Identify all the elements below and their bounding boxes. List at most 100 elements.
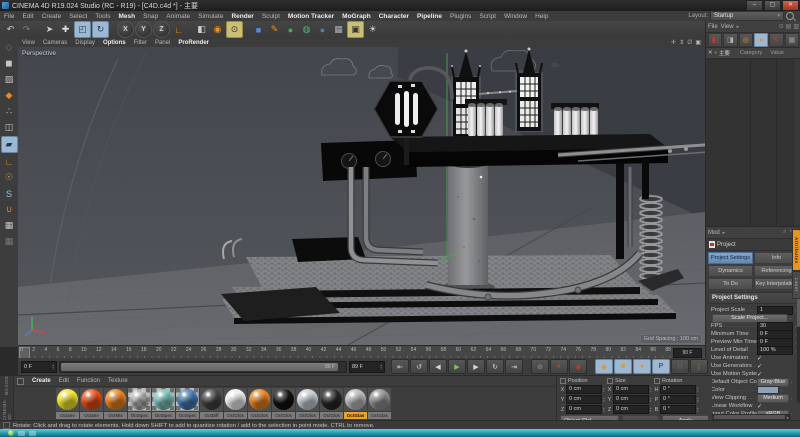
material-swatch[interactable]: OctGlas (344, 388, 367, 419)
material-thumbnail[interactable] (224, 388, 247, 411)
chevron-right-icon[interactable]: › (791, 412, 793, 417)
rotation-field[interactable]: 0 ° (660, 405, 696, 414)
attribute-field-row[interactable]: Use Motion System ✓ › (708, 370, 795, 378)
material-thumbnail[interactable] (344, 388, 367, 411)
material-swatch[interactable]: OctGlos (296, 388, 319, 419)
material-swatch[interactable]: Octane (80, 388, 103, 419)
scroll-right-icon[interactable]: ► (786, 415, 790, 420)
material-swatch[interactable]: OctMix (104, 388, 127, 419)
material-name[interactable]: OctSpec (152, 412, 175, 419)
viewport[interactable] (18, 47, 705, 345)
menu-item[interactable]: Character (375, 13, 413, 20)
toolbar-icon[interactable]: ☀ (365, 22, 380, 37)
mode-icon[interactable]: ◫ (2, 120, 17, 135)
material-swatch[interactable]: Octane (56, 388, 79, 419)
material-name[interactable]: OctGlos (248, 412, 271, 419)
chevron-right-icon[interactable]: › (791, 380, 793, 385)
preview-range-fill[interactable]: 89 F (61, 363, 338, 371)
dock-menu-icon[interactable]: ▤ (786, 23, 792, 30)
dock-menu-icon[interactable]: ▥ (793, 23, 799, 30)
menu-item[interactable]: Motion Tracker (284, 13, 338, 20)
viewport-menu-item[interactable]: Filter (130, 40, 151, 46)
side-tab-layer[interactable]: Layer (792, 271, 800, 299)
record-button[interactable]: ⊘ (531, 359, 549, 374)
material-name[interactable]: OctGlos (320, 412, 343, 419)
menu-item[interactable]: Tools (91, 13, 114, 20)
dock-tab-strip[interactable] (793, 59, 800, 228)
material-thumbnail[interactable] (296, 388, 319, 411)
close-button[interactable]: ✕ (782, 0, 799, 11)
material-thumbnail[interactable] (104, 388, 127, 411)
field-value[interactable]: 100 % (757, 346, 793, 355)
position-field[interactable]: 0 cm (566, 385, 602, 394)
minimize-button[interactable]: – (746, 0, 763, 11)
material-name[interactable]: OctGlas (368, 412, 391, 419)
menu-item[interactable]: Help (531, 13, 552, 20)
attr-header-icon[interactable]: ⌕ (783, 229, 786, 236)
viewport-nav-icon[interactable]: ✛ (671, 39, 676, 46)
mode-icon[interactable]: ☉ (2, 170, 17, 185)
current-frame-field[interactable]: 0 F ▴▾ (21, 361, 57, 373)
taskbar-icon[interactable] (29, 431, 36, 436)
attribute-field-row[interactable]: Default Object Color Gray-Blue › (708, 378, 795, 386)
material-thumbnail[interactable] (248, 388, 271, 411)
menu-item-view[interactable]: View (721, 24, 734, 30)
attribute-field-row[interactable]: Project Scale 1 › (708, 306, 795, 314)
autokey-button[interactable]: ■ (614, 359, 632, 374)
column-category[interactable]: Category (740, 50, 762, 56)
attribute-tab[interactable]: Dynamics (708, 265, 753, 277)
attribute-field-row[interactable]: View Clipping Medium › (708, 394, 795, 402)
material-name[interactable]: OctGlos (224, 412, 247, 419)
viewport-menu-item[interactable]: ProRender (174, 40, 213, 46)
transport-button[interactable]: ◀ (429, 359, 447, 374)
layout-select[interactable]: Startup ▾ (710, 11, 784, 21)
field-value[interactable]: ✓ (757, 403, 787, 410)
object-name[interactable]: Project (717, 242, 736, 248)
axis-lock-icon[interactable] (654, 378, 660, 384)
material-swatch[interactable]: OctGlos (272, 388, 295, 419)
mode-icon[interactable]: S (2, 186, 17, 201)
material-name[interactable]: OctGlos (296, 412, 319, 419)
take-toolbar-icon[interactable]: ◧ (708, 33, 722, 47)
toolbar-icon[interactable]: ⊙ (226, 21, 243, 38)
menu-item[interactable]: Animate (162, 13, 194, 20)
transport-button[interactable]: ▶ (467, 359, 485, 374)
take-toolbar-icon[interactable]: ● (754, 33, 768, 47)
search-icon[interactable] (786, 12, 794, 20)
material-thumbnail[interactable] (368, 388, 391, 411)
toolbar-icon[interactable]: ◧ (194, 22, 209, 37)
menu-item[interactable]: Pipeline (413, 13, 446, 20)
size-field[interactable]: 0 cm (613, 395, 649, 404)
viewport-menu-item[interactable]: Cameras (39, 40, 71, 46)
material-swatch[interactable]: OctDiff (200, 388, 223, 419)
taskbar-icon[interactable] (18, 431, 25, 436)
transport-button[interactable]: ↻ (486, 359, 504, 374)
material-swatch[interactable]: OctSpec (152, 388, 175, 419)
material-thumbnail[interactable] (128, 388, 151, 411)
take-toolbar-icon[interactable]: ◨ (723, 33, 737, 47)
attribute-tab[interactable]: Project Settings (708, 252, 753, 264)
material-menu-item[interactable]: Edit (55, 378, 73, 384)
material-name[interactable]: OctGlas (344, 412, 367, 419)
transport-button[interactable]: ⇥ (505, 359, 523, 374)
material-menu-item[interactable]: Function (73, 378, 104, 384)
menu-item[interactable]: MoGraph (338, 13, 375, 20)
toolbar-icon[interactable]: ✚ (58, 22, 73, 37)
material-thumbnail[interactable] (152, 388, 175, 411)
toolbar-icon[interactable]: ▣ (347, 21, 364, 38)
material-thumbnail[interactable] (80, 388, 103, 411)
menu-item[interactable]: Render (227, 13, 257, 20)
attribute-field-row[interactable]: Color › (708, 386, 795, 394)
mode-icon[interactable]: ◇ (2, 40, 17, 55)
mode-icon[interactable]: ∴ (2, 104, 17, 119)
material-name[interactable]: OctMix (104, 412, 127, 419)
autokey-button[interactable]: P (652, 359, 670, 374)
material-name[interactable]: Octane (80, 412, 103, 419)
menu-item[interactable]: Script (475, 13, 500, 20)
menu-item-file[interactable]: File (708, 24, 718, 30)
transport-button[interactable]: ↺ (410, 359, 428, 374)
column-value[interactable]: Value (770, 50, 784, 56)
toolbar-icon[interactable]: ➤ (42, 22, 57, 37)
mode-icon[interactable]: ▰ (1, 136, 18, 153)
chevron-right-icon[interactable]: › (791, 396, 793, 401)
